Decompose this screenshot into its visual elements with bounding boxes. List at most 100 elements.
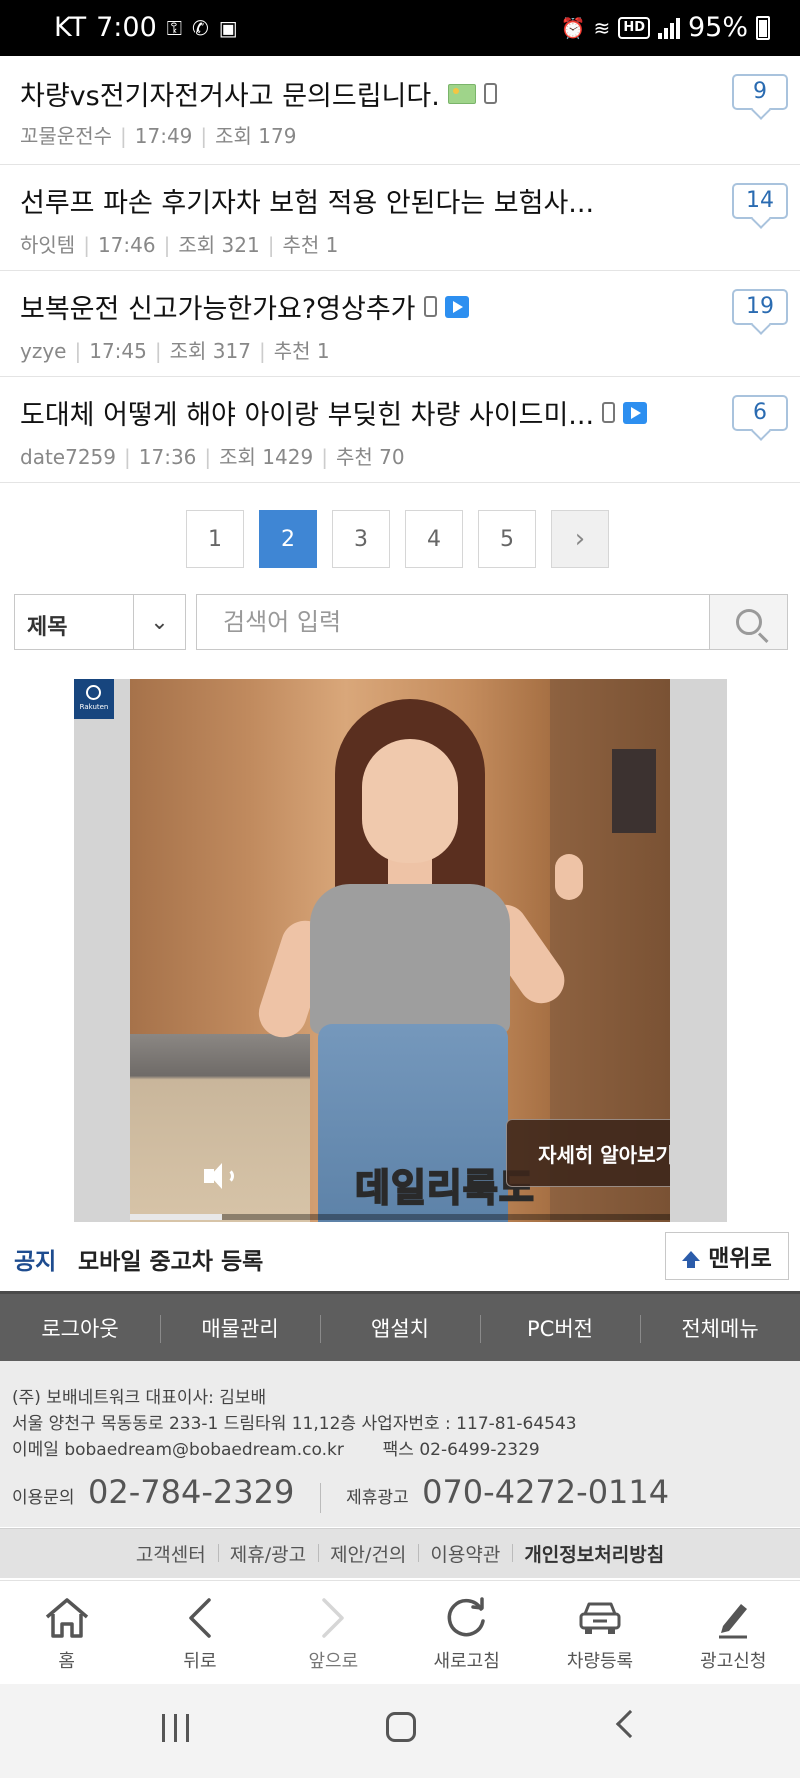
next-page-button[interactable]: ›	[551, 510, 609, 568]
scroll-top-label: 맨위로	[708, 1246, 772, 1272]
comment-count-badge[interactable]: 6	[732, 395, 788, 431]
post-meta: 꼬물운전수 | 17:49 | 조회 179	[20, 124, 297, 148]
post-title-row: 차량vs전기자전거사고 문의드립니다.	[20, 74, 710, 113]
post-views: 조회 321	[178, 233, 260, 257]
notice-label: 공지	[14, 1249, 57, 1275]
notice-bar: 공지 모바일 중고차 등록 맨위로	[0, 1224, 800, 1290]
footer-links: 고객센터 제휴/광고 제안/건의 이용약관 개인정보처리방침	[0, 1528, 800, 1578]
page-button-5[interactable]: 5	[478, 510, 536, 568]
link-terms[interactable]: 이용약관	[418, 1540, 512, 1567]
post-recommend: 추천 1	[273, 339, 330, 363]
toolbar-home-button[interactable]: 홈	[0, 1581, 133, 1684]
search-bar: 제목 ⌄	[14, 594, 788, 650]
toolbar-ad-request-button[interactable]: 광고신청	[667, 1581, 800, 1684]
post-time: 17:36	[138, 445, 197, 469]
post-author: date7259	[20, 445, 116, 469]
clock: 7:00	[96, 12, 157, 43]
recent-apps-icon[interactable]	[162, 1714, 189, 1742]
post-row[interactable]: 선루프 파손 후기자차 보험 적용 안된다는 보험사... 하잇템 | 17:46 |…	[0, 165, 800, 271]
post-title: 도대체 어떻게 해야 아이랑 부딪힌 차량 사이드미...	[20, 400, 595, 431]
post-recommend: 추천 70	[335, 445, 405, 469]
post-time: 17:46	[97, 233, 156, 257]
partner-phone[interactable]: 070-4272-0114	[422, 1473, 669, 1511]
company-fax: 팩스 02-6499-2329	[382, 1440, 540, 1460]
post-title: 차량vs전기자전거사고 문의드립니다.	[20, 81, 440, 112]
key-icon: ⚿	[166, 15, 182, 40]
post-recommend: 추천 1	[282, 233, 339, 257]
ad-wall-sign	[612, 749, 656, 833]
forward-icon	[307, 1595, 359, 1641]
back-icon	[174, 1595, 226, 1641]
mobile-icon	[483, 83, 497, 104]
toolbar-refresh-button[interactable]: 새로고침	[400, 1581, 533, 1684]
footer-nav-listings[interactable]: 매물관리	[160, 1313, 320, 1343]
inquiry-label: 이용문의	[12, 1488, 75, 1508]
ad-video-frame: 데일리룩도 자세히 알아보기	[130, 679, 670, 1222]
post-views: 조회 1429	[219, 445, 314, 469]
call-icon: ✆	[191, 15, 209, 40]
ad-progress-bar	[130, 1214, 670, 1220]
footer-nav-app-install[interactable]: 앱설치	[320, 1313, 480, 1343]
ad-model-top	[310, 884, 510, 1034]
ad-counter	[130, 1034, 310, 1222]
post-row[interactable]: 보복운전 신고가능한가요?영상추가 yzye | 17:45 | 조회 317 | 추천 1…	[0, 271, 800, 377]
comment-count-badge[interactable]: 19	[732, 289, 788, 325]
page-button-4[interactable]: 4	[405, 510, 463, 568]
home-icon	[41, 1595, 93, 1641]
comment-count-badge[interactable]: 14	[732, 183, 788, 219]
footer-nav-pc-version[interactable]: PC버전	[480, 1313, 640, 1343]
signal-icon	[657, 17, 680, 39]
post-row[interactable]: 도대체 어떻게 해야 아이랑 부딪힌 차량 사이드미... date7259 | 1…	[0, 377, 800, 483]
toolbar-back-button[interactable]: 뒤로	[133, 1581, 266, 1684]
ad-model-hand	[555, 854, 583, 900]
search-input[interactable]	[196, 594, 710, 650]
alarm-icon: ⏰	[560, 15, 586, 40]
page-button-3[interactable]: 3	[332, 510, 390, 568]
link-customer-center[interactable]: 고객센터	[124, 1540, 218, 1567]
car-icon	[574, 1595, 626, 1641]
toolbar-ad-request-label: 광고신청	[700, 1651, 767, 1672]
arrow-up-icon	[682, 1251, 701, 1268]
search-type-value: 제목	[27, 615, 68, 640]
notice-link[interactable]: 모바일 중고차 등록	[78, 1242, 263, 1276]
refresh-icon	[441, 1595, 493, 1641]
back-button-icon[interactable]	[615, 1709, 645, 1739]
sound-icon[interactable]	[204, 1161, 236, 1191]
link-suggestions[interactable]: 제안/건의	[318, 1540, 418, 1567]
home-button-icon[interactable]	[386, 1712, 416, 1742]
pagination: 1 2 3 4 5 ›	[186, 510, 609, 568]
wifi-icon: ≋	[593, 15, 611, 40]
gallery-icon: ▣	[218, 15, 238, 40]
link-privacy-policy[interactable]: 개인정보처리방침	[512, 1540, 676, 1567]
company-address: 서울 양천구 목동동로 233-1 드림타워 11,12층 사업자번호 : 11…	[12, 1414, 577, 1434]
footer-nav-logout[interactable]: 로그아웃	[0, 1313, 160, 1343]
video-icon	[444, 295, 469, 318]
search-button[interactable]	[709, 594, 788, 650]
image-icon	[447, 83, 476, 104]
toolbar-forward-button[interactable]: 앞으로	[267, 1581, 400, 1684]
system-navigation-bar	[0, 1684, 800, 1778]
chevron-down-icon[interactable]: ⌄	[133, 595, 185, 649]
company-phones: 이용문의 02-784-2329 제휴광고 070-4272-0114	[12, 1473, 669, 1513]
post-title-row: 선루프 파손 후기자차 보험 적용 안된다는 보험사...	[20, 181, 710, 220]
post-row[interactable]: 차량vs전기자전거사고 문의드립니다. 꼬물운전수 | 17:49 | 조회 179 9	[0, 56, 800, 165]
ad-learn-more-button[interactable]: 자세히 알아보기	[506, 1119, 670, 1187]
page-button-1[interactable]: 1	[186, 510, 244, 568]
inquiry-phone[interactable]: 02-784-2329	[88, 1473, 294, 1511]
toolbar-car-register-button[interactable]: 차량등록	[533, 1581, 666, 1684]
company-contact: 이메일 bobaedream@bobaedream.co.kr 팩스 02-64…	[12, 1435, 540, 1460]
hd-icon: HD	[618, 16, 650, 39]
battery-icon	[756, 15, 770, 40]
status-bar: KT 7:00 ⚿ ✆ ▣ ⏰ ≋ HD 95%	[0, 0, 800, 56]
video-advertisement[interactable]: 데일리룩도 자세히 알아보기 Rakuten	[74, 679, 727, 1222]
post-meta: yzye | 17:45 | 조회 317 | 추천 1	[20, 339, 330, 363]
link-partnership-ads[interactable]: 제휴/광고	[217, 1540, 318, 1567]
search-type-select[interactable]: 제목 ⌄	[14, 594, 186, 650]
footer-nav-all-menu[interactable]: 전체메뉴	[640, 1313, 800, 1343]
toolbar-refresh-label: 새로고침	[433, 1651, 500, 1672]
comment-count-badge[interactable]: 9	[732, 74, 788, 110]
post-title-row: 도대체 어떻게 해야 아이랑 부딪힌 차량 사이드미...	[20, 393, 784, 432]
scroll-top-button[interactable]: 맨위로	[665, 1232, 789, 1280]
company-name: (주) 보배네트워크 대표이사: 김보배	[12, 1388, 267, 1408]
page-button-2-current[interactable]: 2	[259, 510, 317, 568]
